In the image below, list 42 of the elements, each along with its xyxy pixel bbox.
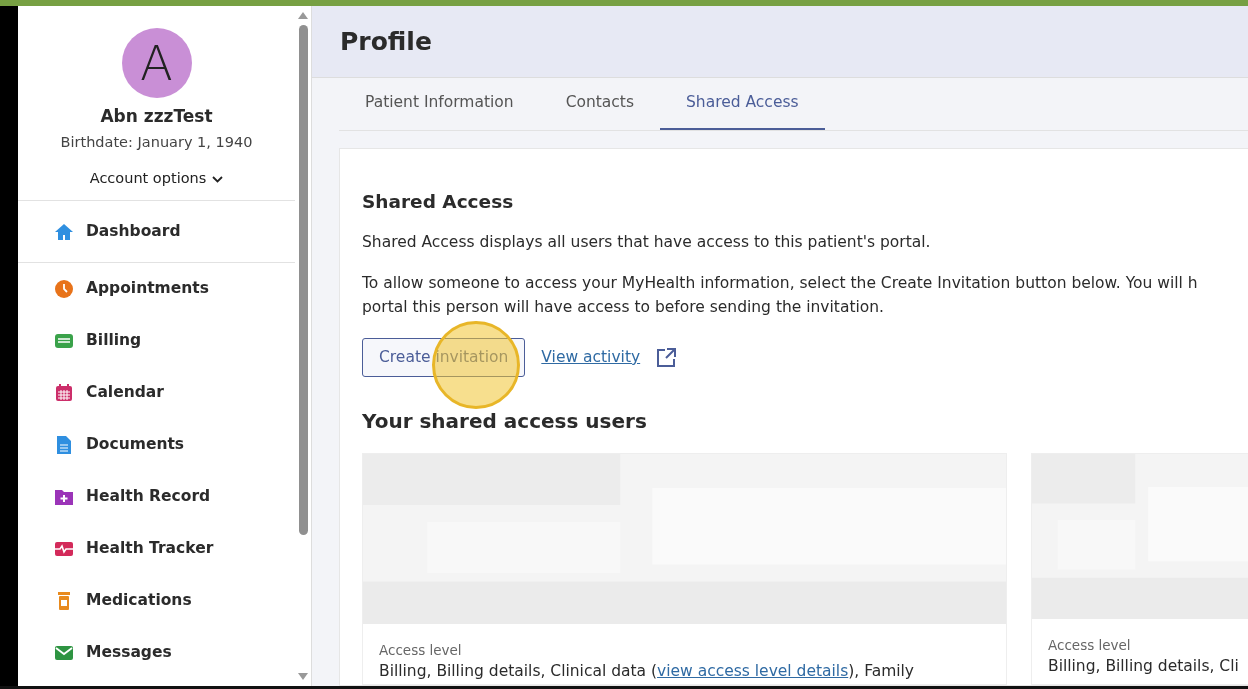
access-level-label: Access level	[379, 641, 463, 661]
sidebar-item[interactable]: Medications	[86, 589, 192, 613]
instruction-text: To allow someone to access your MyHealth information, select the Create Invitation button below. You will h	[362, 273, 1199, 295]
sidebar-item[interactable]: Dashboard	[86, 219, 181, 244]
home-icon	[54, 221, 74, 242]
user-name: Abn zzzTest	[99, 105, 214, 128]
section-title: Shared Access	[362, 191, 515, 214]
tab[interactable]: Shared Access	[660, 78, 825, 130]
section-heading: Your shared access users	[362, 409, 648, 434]
page-title: Profile	[312, 6, 1248, 78]
sidebar-item[interactable]: Appointments	[86, 277, 209, 301]
view-activity-link[interactable]: View activity	[541, 345, 641, 370]
access-level-details-link[interactable]: view access level details	[657, 662, 849, 681]
chevron-down-icon[interactable]	[212, 175, 224, 183]
pulse-icon	[54, 539, 74, 559]
access-level-text: Billing, Billing details, Cli	[1048, 656, 1240, 678]
account-options-button[interactable]: Account options	[89, 168, 207, 190]
tab[interactable]: Contacts	[539, 78, 660, 130]
clock-icon	[54, 279, 74, 299]
external-link-icon[interactable]	[656, 347, 677, 368]
scrollbar-thumb[interactable]	[298, 25, 308, 535]
create-invitation-button[interactable]: Create invitation	[362, 337, 526, 378]
scroll-up-icon[interactable]	[298, 12, 308, 19]
scroll-down-icon[interactable]	[298, 673, 308, 680]
description-text: Shared Access displays all users that have access to this patient's portal.	[362, 232, 932, 254]
sidebar-item[interactable]: Documents	[86, 433, 185, 457]
access-level-label: Access level	[1048, 636, 1132, 656]
tab[interactable]: Patient Information	[339, 78, 540, 130]
calendar-icon	[54, 383, 74, 403]
sidebar-item[interactable]: Billing	[86, 329, 142, 353]
mail-icon	[54, 643, 74, 663]
wallet-icon	[54, 331, 74, 351]
folder-icon	[54, 487, 74, 507]
sidebar-item[interactable]: Health Record	[86, 485, 211, 509]
document-icon	[54, 435, 74, 455]
sidebar-item[interactable]: Health Tracker	[86, 537, 214, 561]
instruction-text: portal this person will have access to before sending the invitation.	[362, 296, 886, 318]
birthdate-text: Birthdate: January 1, 1940	[59, 132, 254, 152]
sidebar-item[interactable]: Messages	[86, 641, 172, 665]
access-level-text: Billing, Billing details, Clinical data (view access level details), Family	[379, 661, 915, 683]
sidebar-item[interactable]: Calendar	[86, 381, 164, 405]
avatar: A	[121, 28, 192, 98]
